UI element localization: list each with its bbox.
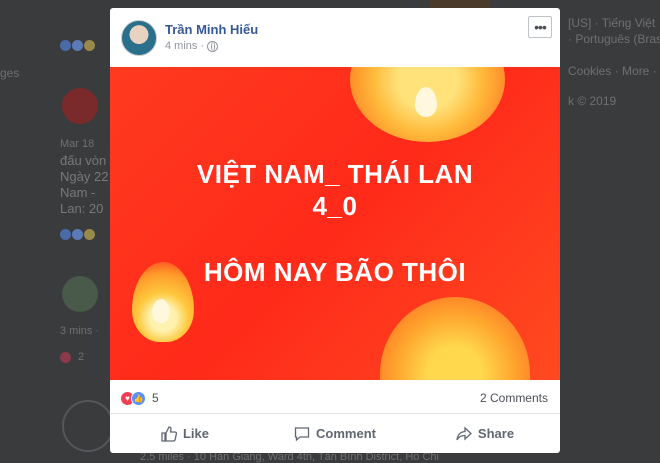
background-text: k © 2019 <box>568 94 617 108</box>
speech-bubble-icon <box>294 426 310 441</box>
thumbs-up-icon <box>161 425 177 442</box>
background-avatar <box>62 88 98 124</box>
globe-icon[interactable] <box>207 40 219 52</box>
background-time: 3 mins · <box>60 325 100 337</box>
background-reactions <box>60 352 71 363</box>
comment-label: Comment <box>316 426 376 441</box>
author-name[interactable]: Trần Minh Hiếu <box>165 22 258 37</box>
share-button[interactable]: Share <box>410 414 560 453</box>
background-line: Nam - <box>60 185 96 200</box>
background-line: đấu vòn <box>60 153 107 168</box>
banner-score: 4_0 <box>312 191 358 221</box>
post-meta: 4 mins · <box>165 40 219 52</box>
background-text: [US] · Tiếng Việt <box>568 16 656 30</box>
background-likes: 2 <box>78 351 85 363</box>
banner-line: VIỆT NAM_ THÁI LAN <box>196 159 474 189</box>
background-image-strip <box>430 0 490 8</box>
post-actions: Like Comment Share <box>110 414 560 453</box>
more-options-button[interactable]: ••• <box>528 16 552 38</box>
background-line: Ngày 22 <box>60 169 109 184</box>
reaction-count[interactable]: 5 <box>152 391 159 405</box>
banner-line: HÔM NAY BÃO THÔI <box>203 257 467 287</box>
flame-graphic <box>380 297 530 380</box>
post-banner[interactable]: VIỆT NAM_ THÁI LAN 4_0 HÔM NAY BÃO THÔI <box>110 67 560 380</box>
post-card: Trần Minh Hiếu 4 mins · ••• VIỆT NAM_ TH… <box>110 8 560 453</box>
post-time[interactable]: 4 mins <box>165 40 197 52</box>
background-line: Lan: 20 <box>60 201 104 216</box>
background-text: · Português (Brasi <box>568 32 660 46</box>
background-avatar <box>62 276 98 312</box>
author-avatar[interactable] <box>121 20 157 56</box>
background-reactions <box>60 229 95 240</box>
background-date: Mar 18 <box>60 138 95 150</box>
like-label: Like <box>182 426 209 441</box>
background-reactions <box>60 40 95 51</box>
background-text: ges <box>0 66 20 80</box>
post-header: Trần Minh Hiếu 4 mins · ••• <box>110 8 560 67</box>
comments-count-link[interactable]: 2 Comments <box>480 391 548 405</box>
background-map-icon <box>62 400 114 452</box>
share-arrow-icon <box>456 426 472 440</box>
background-text: Cookies · More · <box>568 64 657 78</box>
thumbs-up-icon[interactable]: 👍 <box>131 391 146 406</box>
comment-button[interactable]: Comment <box>260 414 410 453</box>
flame-drop-graphic <box>415 87 437 117</box>
meta-separator: · <box>200 40 205 52</box>
flame-drop-graphic <box>152 299 170 323</box>
post-stats: ♥ 👍 5 2 Comments <box>110 380 560 414</box>
share-label: Share <box>477 426 515 441</box>
like-button[interactable]: Like <box>110 414 260 453</box>
